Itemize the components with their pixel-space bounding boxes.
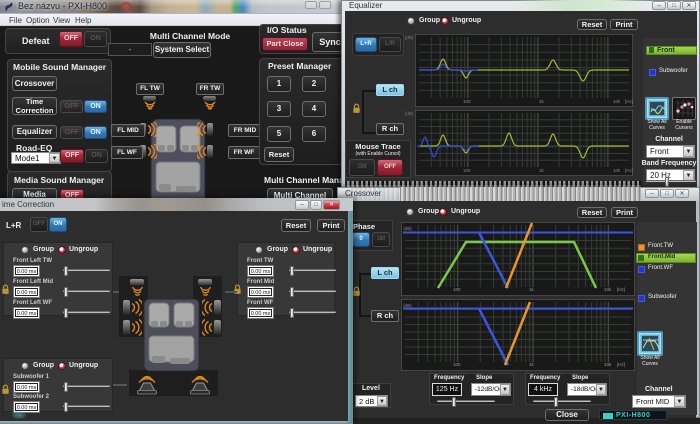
svg-text:[Hz]: [Hz] [625,168,633,173]
svg-text:10k: 10k [613,168,621,173]
svg-text:1k: 1k [539,168,545,173]
svg-text:10k: 10k [604,287,612,292]
svg-text:100: 100 [453,362,461,367]
svg-text:[Hz]: [Hz] [617,287,625,292]
svg-text:100: 100 [463,168,471,173]
svg-text:[Hz]: [Hz] [625,99,633,104]
svg-text:1k: 1k [539,99,545,104]
svg-text:[dB]: [dB] [404,226,412,231]
svg-text:[dB]: [dB] [404,303,412,308]
svg-text:1k: 1k [529,362,535,367]
svg-text:[Hz]: [Hz] [617,362,625,367]
svg-text:100: 100 [463,99,471,104]
svg-text:10k: 10k [604,362,612,367]
svg-text:1k: 1k [529,287,535,292]
svg-text:10k: 10k [613,99,621,104]
svg-text:100: 100 [453,287,461,292]
